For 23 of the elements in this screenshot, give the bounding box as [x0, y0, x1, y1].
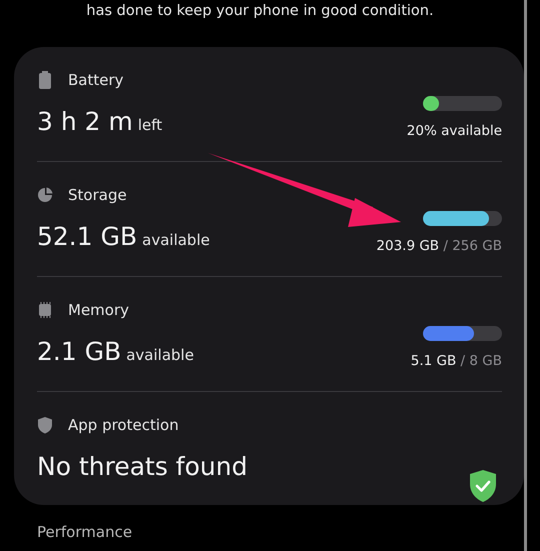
- item-title: Battery: [68, 71, 124, 89]
- item-value: No threats found: [37, 451, 248, 483]
- item-value: 2.1 GB: [37, 336, 122, 368]
- section-heading: Performance: [37, 523, 134, 541]
- usage-reading: 5.1 GB / 8 GB: [410, 352, 502, 371]
- usage-reading: 203.9 GB / 256 GB: [376, 237, 502, 256]
- chip-icon: [37, 301, 53, 319]
- shield-icon: [37, 416, 53, 434]
- value-unit: available: [126, 346, 194, 364]
- usage-reading: 20% available: [406, 122, 502, 141]
- intro-text: has done to keep your phone in good condition.: [85, 2, 435, 21]
- item-title: App protection: [68, 416, 179, 434]
- battery-icon: [37, 71, 53, 89]
- usage-item[interactable]: Battery 3 h 2 m left 20% available: [37, 47, 502, 162]
- item-value: 52.1 GB: [37, 221, 138, 253]
- value-unit: available: [142, 231, 210, 249]
- value-unit: left: [138, 116, 162, 134]
- pie-icon: [37, 186, 53, 204]
- item-value: 3 h 2 m: [37, 106, 133, 138]
- item-title: Storage: [68, 186, 127, 204]
- usage-item[interactable]: Memory 2.1 GB available 5.1 GB / 8 GB: [37, 277, 502, 392]
- protection-item[interactable]: App protection No threats found: [37, 392, 502, 505]
- item-title: Memory: [68, 301, 130, 319]
